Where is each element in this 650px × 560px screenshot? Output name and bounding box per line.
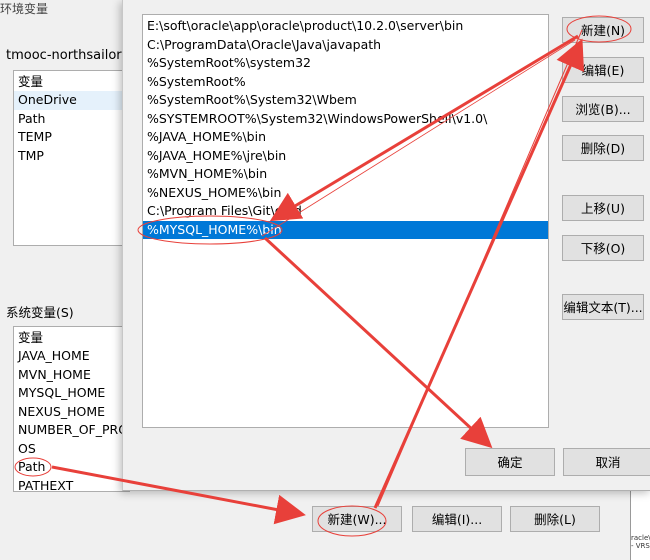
path-entry[interactable]: %SystemRoot% [143,73,548,92]
sys-vars-list[interactable]: 变量 JAVA_HOME MVN_HOME MYSQL_HOME NEXUS_H… [13,326,130,492]
edit-text-button[interactable]: 编辑文本(T)... [562,294,644,320]
sys-var-item[interactable]: JAVA_HOME [14,347,129,366]
strip-text: racle\ [631,534,650,542]
sys-var-item[interactable]: MYSQL_HOME [14,384,129,403]
move-down-button[interactable]: 下移(O) [562,235,644,261]
user-var-item[interactable]: OneDrive [14,91,129,110]
path-entry[interactable]: C:\Program Files\Git\cmd [143,202,548,221]
user-var-item[interactable]: TEMP [14,128,129,147]
path-entry[interactable]: %JAVA_HOME%\bin [143,128,548,147]
user-vars-label: tmooc-northsailor 的 [6,48,139,63]
ok-button[interactable]: 确定 [465,448,555,476]
path-entry[interactable]: %SystemRoot%\System32\Wbem [143,91,548,110]
path-edit-button[interactable]: 编辑(E) [562,57,644,83]
user-var-item[interactable]: Path [14,110,129,129]
strip-text: - VRS [631,542,650,550]
cancel-button[interactable]: 取消 [563,448,650,476]
sys-new-button[interactable]: 新建(W)... [312,506,402,532]
move-up-button[interactable]: 上移(U) [562,195,644,221]
sys-delete-button[interactable]: 删除(L) [510,506,600,532]
sys-edit-button[interactable]: 编辑(I)... [412,506,502,532]
sys-var-item[interactable]: NUMBER_OF_PRO [14,421,129,440]
path-entry[interactable]: %JAVA_HOME%\jre\bin [143,147,548,166]
sys-vars-header: 变量 [18,330,44,345]
user-var-item[interactable]: TMP [14,147,129,166]
path-entry[interactable]: C:\ProgramData\Oracle\Java\javapath [143,36,548,55]
path-delete-button[interactable]: 删除(D) [562,135,644,161]
sys-var-item[interactable]: NEXUS_HOME [14,403,129,422]
path-list[interactable]: E:\soft\oracle\app\oracle\product\10.2.0… [142,14,549,428]
sys-vars-label: 系统变量(S) [6,305,74,320]
background-window-strip: racle\ - VRS [630,490,650,560]
sys-var-item[interactable]: MVN_HOME [14,366,129,385]
path-new-button[interactable]: 新建(N) [562,17,644,43]
user-vars-header: 变量 [18,74,44,89]
path-entry[interactable]: %SystemRoot%\system32 [143,54,548,73]
path-entry[interactable]: %MVN_HOME%\bin [143,165,548,184]
path-entry[interactable]: %NEXUS_HOME%\bin [143,184,548,203]
sys-var-item-path[interactable]: Path [14,458,129,477]
env-vars-title: 环境变量 [0,2,49,16]
path-entry[interactable]: %SYSTEMROOT%\System32\WindowsPowerShell\… [143,110,548,129]
sys-var-item[interactable]: PATHEXT [14,477,129,492]
path-browse-button[interactable]: 浏览(B)... [562,96,644,122]
sys-var-item[interactable]: OS [14,440,129,459]
path-entry[interactable]: E:\soft\oracle\app\oracle\product\10.2.0… [143,17,548,36]
path-entry-selected[interactable]: %MYSQL_HOME%\bin [143,220,548,239]
user-vars-list[interactable]: 变量 OneDrive Path TEMP TMP [13,70,130,246]
